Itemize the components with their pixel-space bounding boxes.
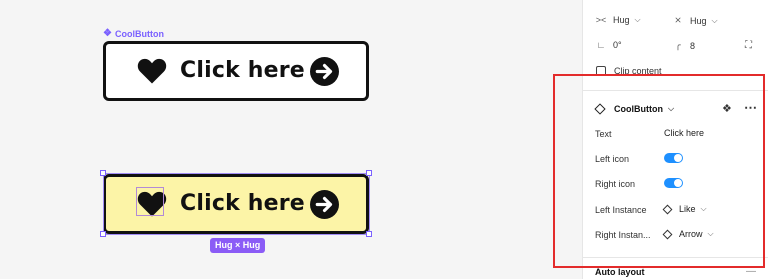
cool-button-main[interactable]: Click here [103, 41, 369, 101]
component-label-text: CoolButton [114, 29, 164, 39]
clip-content-checkbox[interactable] [596, 66, 606, 76]
prop-label-right-instance: Right Instan... [595, 230, 651, 240]
left-instance-value: Like [679, 204, 696, 214]
corner-radius-value: 8 [690, 40, 696, 51]
instance-icon [594, 103, 606, 115]
horizontal-resize-icon: >< [595, 15, 607, 25]
rotation-icon: ∟ [596, 40, 606, 50]
left-icon-toggle[interactable] [664, 153, 683, 163]
width-mode-control[interactable]: >< Hug ⌵ [595, 15, 641, 25]
prop-label-right-icon: Right icon [595, 179, 636, 189]
remove-auto-layout-icon[interactable]: — [746, 266, 756, 277]
clip-content-row[interactable]: Clip content [596, 66, 662, 76]
right-icon-toggle[interactable] [664, 178, 683, 188]
arrow-right-circle-icon [310, 57, 339, 86]
left-instance-select[interactable]: Like ⌵ [662, 204, 707, 214]
prop-text-input[interactable]: Click here [664, 128, 704, 138]
instance-icon [662, 204, 673, 214]
clip-content-label: Clip content [614, 66, 662, 76]
chevron-down-icon: ⌵ [667, 104, 675, 113]
more-icon: ⋯ [744, 100, 757, 115]
prop-label-text: Text [595, 129, 612, 139]
go-to-main-component-button[interactable]: ❖ [722, 102, 732, 115]
component-properties-header[interactable]: CoolButton ⌵ [594, 102, 675, 116]
arrow-right-circle-icon [310, 190, 339, 219]
rotation-value: 0° [613, 40, 622, 50]
independent-corners-button[interactable]: ⛶ [745, 40, 752, 51]
expand-corners-icon: ⛶ [745, 40, 752, 51]
size-badge: Hug × Hug [210, 238, 266, 253]
heart-icon [137, 58, 167, 84]
component-icon: ❖ [722, 103, 732, 115]
width-mode-value: Hug [613, 15, 630, 25]
prop-label-left-instance: Left Instance [595, 205, 647, 215]
component-name: CoolButton [614, 104, 663, 114]
right-instance-select[interactable]: Arrow ⌵ [662, 229, 714, 239]
chevron-down-icon: ⌵ [634, 15, 641, 24]
heart-hover-outline [136, 187, 164, 216]
instance-icon [662, 229, 673, 239]
section-divider [582, 257, 768, 258]
chevron-down-icon: ⌵ [711, 15, 718, 25]
rotation-input[interactable]: ∟ 0° [595, 40, 622, 50]
height-mode-control[interactable]: ⨯ Hug ⌵ [672, 15, 718, 26]
resize-handle-bottom-right[interactable] [366, 231, 372, 237]
corner-radius-icon: ╭ [675, 40, 681, 50]
auto-layout-header[interactable]: Auto layout [595, 267, 645, 277]
component-label[interactable]: ❖ CoolButton [103, 28, 164, 40]
height-mode-value: Hug [690, 15, 707, 26]
resize-handle-top-left[interactable] [100, 170, 106, 176]
right-instance-value: Arrow [679, 229, 703, 239]
prop-label-left-icon: Left icon [595, 154, 630, 164]
resize-handle-top-right[interactable] [366, 170, 372, 176]
button-text: Click here [180, 58, 305, 83]
chevron-down-icon: ⌵ [707, 229, 714, 238]
button-text: Click here [180, 191, 305, 216]
resize-handle-bottom-left[interactable] [100, 231, 106, 237]
toggle-switch[interactable] [664, 178, 683, 188]
toggle-switch[interactable] [664, 153, 683, 163]
component-icon: ❖ [103, 28, 112, 39]
more-options-button[interactable]: ⋯ [744, 100, 757, 116]
chevron-down-icon: ⌵ [700, 204, 707, 213]
vertical-resize-icon: ⨯ [674, 15, 682, 25]
corner-radius-input[interactable]: ╭ 8 [672, 40, 695, 51]
section-divider [582, 90, 768, 91]
